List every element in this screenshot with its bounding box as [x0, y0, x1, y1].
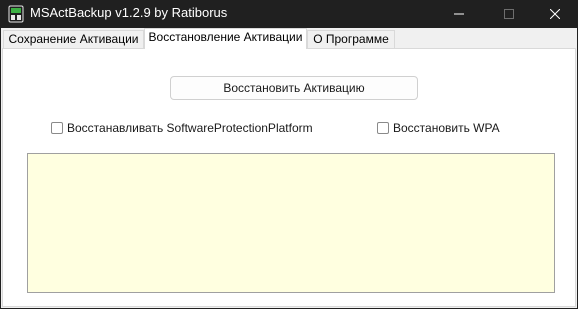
restore-wpa-label: Восстановить WPA [393, 121, 500, 135]
close-icon [550, 9, 560, 19]
title-bar[interactable]: MSActBackup v1.2.9 by Ratiborus [0, 0, 578, 28]
checkbox-box[interactable] [51, 122, 63, 134]
restore-wpa-checkbox[interactable]: Восстановить WPA [377, 120, 500, 136]
restore-activation-button[interactable]: Восстановить Активацию [170, 76, 418, 100]
tab-restore-activation[interactable]: Восстановление Активации [144, 28, 307, 49]
log-output-box[interactable] [27, 153, 555, 293]
minimize-button[interactable] [436, 0, 482, 28]
tab-about[interactable]: О Программе [307, 30, 395, 48]
client-area: Сохранение Активации Восстановление Акти… [1, 28, 577, 308]
tab-strip: Сохранение Активации Восстановление Акти… [1, 28, 577, 49]
app-window: MSActBackup v1.2.9 by Ratiborus Сохранен… [0, 0, 578, 309]
maximize-icon [504, 9, 514, 19]
checkbox-box[interactable] [377, 122, 389, 134]
window-title: MSActBackup v1.2.9 by Ratiborus [30, 5, 228, 20]
restore-tab-panel: Восстановить Активацию Восстанавливать S… [2, 48, 576, 307]
app-icon [8, 5, 24, 23]
tab-save-activation[interactable]: Сохранение Активации [3, 30, 144, 48]
close-button[interactable] [532, 0, 578, 28]
restore-spp-checkbox[interactable]: Восстанавливать SoftwareProtectionPlatfo… [51, 120, 313, 136]
restore-spp-label: Восстанавливать SoftwareProtectionPlatfo… [67, 121, 313, 135]
maximize-button[interactable] [486, 0, 532, 28]
minimize-icon [454, 13, 464, 15]
